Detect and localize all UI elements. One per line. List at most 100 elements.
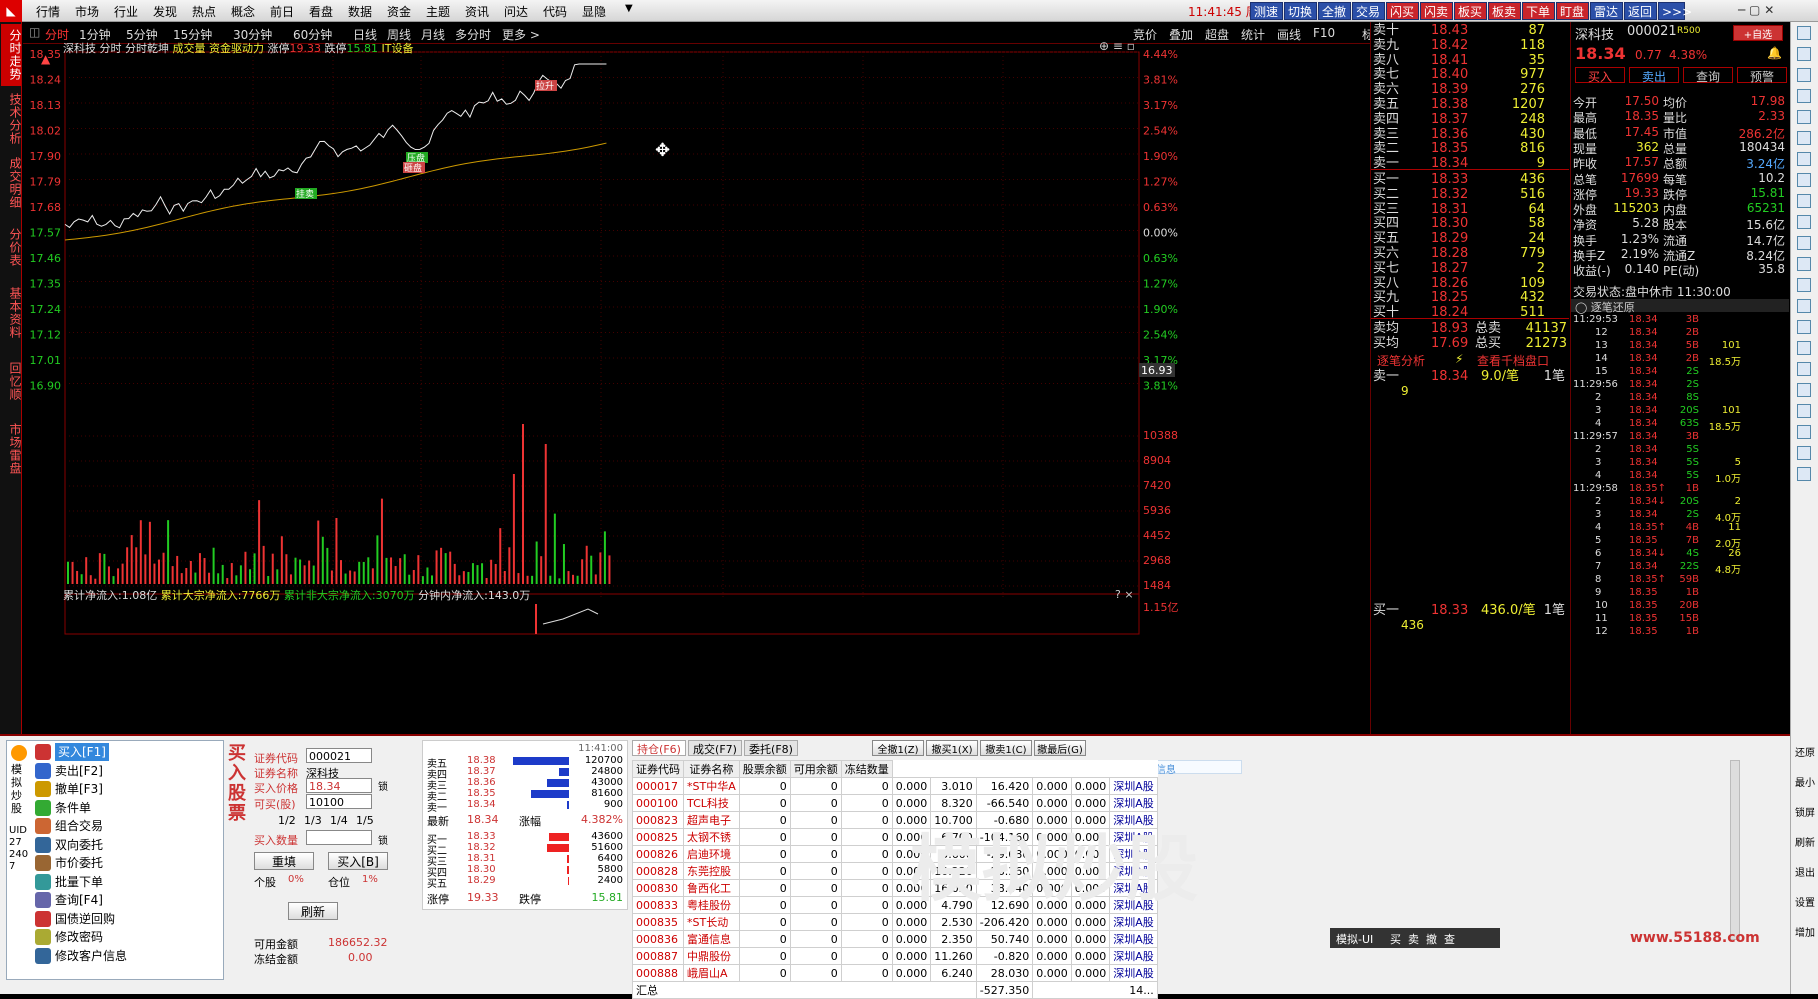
- quote-btn-3[interactable]: 预警: [1737, 67, 1787, 84]
- menu-item-8[interactable]: 查询[F4]: [55, 891, 103, 909]
- action-2[interactable]: 撤卖1(C): [980, 740, 1032, 756]
- right-tool-icon-13[interactable]: [1797, 299, 1811, 313]
- period-tab-8[interactable]: 月线: [421, 26, 445, 43]
- menu-item-3[interactable]: 发现: [153, 3, 177, 20]
- menu-item-5[interactable]: 概念: [231, 3, 255, 20]
- position-row[interactable]: 000100 TCL科技 0 0 0 0.000 8.320 -66.540 0.000 0.00…: [632, 794, 1158, 812]
- position-row[interactable]: 000836 富通信息 0 0 0 0.000 2.350 50.740 0.000 0.000 深…: [632, 930, 1158, 948]
- menu-item-10[interactable]: 修改密码: [55, 928, 103, 946]
- menu-item-5[interactable]: 双向委托: [55, 836, 103, 854]
- topbtn-9[interactable]: 盯盘: [1556, 2, 1589, 20]
- info-sector[interactable]: IT设备: [382, 42, 414, 55]
- buy-button[interactable]: 买入[B]: [328, 852, 388, 870]
- quote-btn-2[interactable]: 查询: [1683, 67, 1733, 84]
- right-label-6[interactable]: 增加: [1792, 924, 1818, 939]
- right-tool-icon-21[interactable]: [1797, 467, 1811, 481]
- menu-item-14[interactable]: 显隐: [582, 3, 606, 20]
- topbtn-10[interactable]: 雷达: [1590, 2, 1623, 20]
- fraction-0[interactable]: 1/2: [278, 814, 296, 827]
- info-fenshi[interactable]: 分时: [100, 42, 122, 55]
- tab-0[interactable]: 持仓(F6): [632, 740, 686, 756]
- price-lock[interactable]: 锁: [378, 778, 388, 793]
- position-row[interactable]: 000887 中鼎股份 0 0 0 0.000 11.260 -0.820 0.000 0.000…: [632, 947, 1158, 965]
- right-tool-icon-7[interactable]: [1797, 173, 1811, 187]
- topbtn-5[interactable]: 闪卖: [1420, 2, 1453, 20]
- menu-item-4[interactable]: 组合交易: [55, 817, 103, 835]
- right-tool-icon-9[interactable]: [1797, 215, 1811, 229]
- taskbar-item-4[interactable]: 查: [1444, 931, 1455, 947]
- position-row[interactable]: 000888 峨眉山A 0 0 0 0.000 6.240 28.030 0.000 0.000 深…: [632, 964, 1158, 982]
- right-label-4[interactable]: 退出: [1792, 864, 1818, 879]
- fraction-1[interactable]: 1/3: [304, 814, 322, 827]
- flow-close-icon[interactable]: ? ×: [1115, 588, 1134, 601]
- intraday-chart[interactable]: 18.35 18.24 18.13 18.02 17.90 17.79 17.68 17.57…: [23, 39, 1370, 734]
- right-tool-icon-15[interactable]: [1797, 341, 1811, 355]
- chart-tool-4[interactable]: 画线: [1277, 26, 1301, 43]
- topbtn-1[interactable]: 切换: [1284, 2, 1317, 20]
- bell-icon[interactable]: 🔔: [1767, 46, 1782, 60]
- quote-btn-1[interactable]: 卖出: [1629, 67, 1679, 84]
- menu-item-12[interactable]: 问达: [504, 3, 528, 20]
- right-tool-icon-4[interactable]: [1797, 110, 1811, 124]
- position-row[interactable]: 000017 *ST中华A 0 0 0 0.000 3.010 16.420 0.000 0.00…: [632, 777, 1158, 795]
- topbtn-2[interactable]: 全撤: [1318, 2, 1351, 20]
- topbtn-6[interactable]: 板买: [1454, 2, 1487, 20]
- add-fav-button[interactable]: +自选: [1733, 25, 1783, 41]
- col-header-2[interactable]: 股票余额: [738, 760, 791, 778]
- side-tab-0[interactable]: 分时走势: [1, 24, 22, 86]
- chart-tool-5[interactable]: F10: [1313, 26, 1335, 40]
- reset-button[interactable]: 重填: [254, 852, 314, 870]
- side-tab-4[interactable]: 基本资料: [1, 280, 22, 346]
- right-tool-icon-10[interactable]: [1797, 236, 1811, 250]
- col-header-1[interactable]: 证券名称: [683, 760, 740, 778]
- topbtn-12[interactable]: >>>: [1658, 2, 1692, 20]
- topbtn-11[interactable]: 返回: [1624, 2, 1657, 20]
- chart-tool-1[interactable]: 叠加: [1169, 26, 1193, 43]
- ckqd-link[interactable]: 查看千档盘口: [1477, 352, 1549, 369]
- right-label-0[interactable]: 还原: [1792, 744, 1818, 759]
- right-tool-icon-0[interactable]: [1797, 26, 1811, 40]
- position-row[interactable]: 000835 *ST长动 0 0 0 0.000 2.530 -206.420 0.000 0.0…: [632, 913, 1158, 931]
- menu-item-11[interactable]: 资讯: [465, 3, 489, 20]
- right-tool-icon-16[interactable]: [1797, 362, 1811, 376]
- taskbar-item-0[interactable]: 模拟-UI: [1336, 931, 1373, 947]
- form-input-3[interactable]: 10100: [306, 794, 372, 809]
- info-money[interactable]: 资金驱动力: [209, 42, 264, 55]
- taskbar-item-1[interactable]: 买: [1390, 931, 1401, 947]
- menu-item-3[interactable]: 条件单: [55, 799, 91, 817]
- form-input-0[interactable]: 000021: [306, 748, 372, 763]
- right-tool-icon-12[interactable]: [1797, 278, 1811, 292]
- right-tool-icon-20[interactable]: [1797, 446, 1811, 460]
- menu-item-13[interactable]: 代码: [543, 3, 567, 20]
- topbtn-8[interactable]: 下单: [1522, 2, 1555, 20]
- menu-item-7[interactable]: 看盘: [309, 3, 333, 20]
- right-label-2[interactable]: 锁屏: [1792, 804, 1818, 819]
- menu-item-9[interactable]: 国债逆回购: [55, 910, 115, 928]
- quote-btn-0[interactable]: 买入: [1575, 67, 1625, 84]
- right-tool-icon-11[interactable]: [1797, 257, 1811, 271]
- side-tab-3[interactable]: 分价表: [1, 216, 22, 278]
- right-tool-icon-14[interactable]: [1797, 320, 1811, 334]
- menu-item-6[interactable]: 前日: [270, 3, 294, 20]
- form-input-2[interactable]: 18.34: [306, 778, 372, 793]
- right-tool-icon-19[interactable]: [1797, 425, 1811, 439]
- menu-item-0[interactable]: 买入[F1]: [55, 743, 109, 761]
- refresh-button[interactable]: 刷新: [288, 902, 338, 920]
- menu-item-2[interactable]: 撤单[F3]: [55, 780, 103, 798]
- right-tool-icon-18[interactable]: [1797, 404, 1811, 418]
- panel-toggle-icon[interactable]: ◫: [29, 25, 40, 39]
- menu-item-4[interactable]: 热点: [192, 3, 216, 20]
- col-header-4[interactable]: 冻结数量: [840, 760, 893, 778]
- window-controls-icon[interactable]: ─ ▢ ✕: [1738, 3, 1774, 17]
- col-header-0[interactable]: 证券代码: [632, 760, 684, 778]
- action-1[interactable]: 撤买1(X): [926, 740, 978, 756]
- scrollbar[interactable]: [1730, 760, 1740, 940]
- right-label-5[interactable]: 设置: [1792, 894, 1818, 909]
- right-tool-icon-3[interactable]: [1797, 89, 1811, 103]
- taskbar-item-2[interactable]: 卖: [1408, 931, 1419, 947]
- period-tab-10[interactable]: 更多 >: [502, 26, 540, 43]
- menu-item-7[interactable]: 批量下单: [55, 873, 103, 891]
- right-tool-icon-5[interactable]: [1797, 131, 1811, 145]
- right-tool-icon-8[interactable]: [1797, 194, 1811, 208]
- info-qiankun[interactable]: 分时乾坤: [125, 42, 169, 55]
